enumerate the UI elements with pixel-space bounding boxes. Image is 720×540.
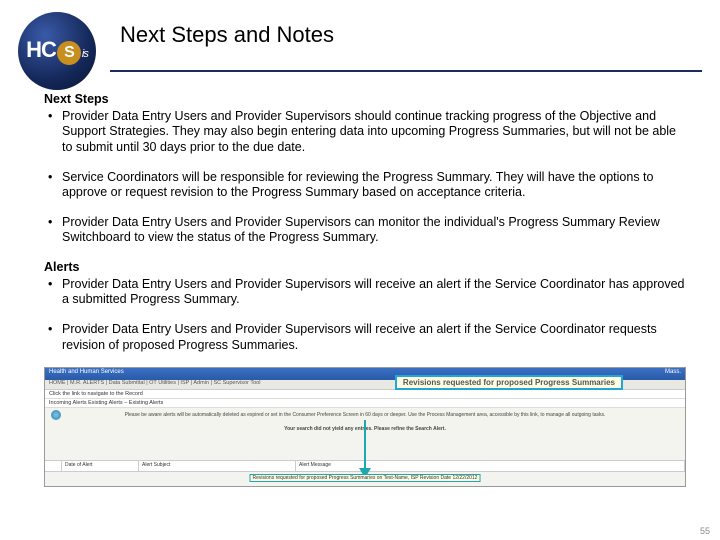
ss-titlebar-right: Mass. bbox=[665, 369, 681, 379]
arrow-target-box: Revisions requested for proposed Progres… bbox=[250, 474, 481, 482]
ss-row: Incoming Alerts Existing Alerts – Existi… bbox=[45, 399, 685, 408]
callout-box: Revisions requested for proposed Progres… bbox=[395, 375, 623, 390]
page-number: 55 bbox=[700, 526, 710, 536]
content: Next Steps Provider Data Entry Users and… bbox=[0, 72, 720, 353]
header: Next Steps and Notes bbox=[110, 0, 702, 72]
next-steps-list: Provider Data Entry Users and Provider S… bbox=[44, 109, 686, 246]
ss-row: Click the link to navigate to the Record bbox=[45, 390, 685, 399]
next-steps-item: Provider Data Entry Users and Provider S… bbox=[44, 109, 686, 156]
arrow-target-trail: on Test-Name, ISP Revision Date 12/22/20… bbox=[377, 475, 478, 481]
logo-letter-s: S bbox=[57, 41, 81, 65]
alerts-item: Provider Data Entry Users and Provider S… bbox=[44, 277, 686, 308]
ss-table-cell bbox=[45, 461, 62, 471]
logo-letter-h: H bbox=[26, 37, 41, 63]
slide: H C S is Next Steps and Notes Next Steps… bbox=[0, 0, 720, 540]
logo-letter-c: C bbox=[41, 37, 56, 63]
embedded-screenshot: Health and Human Services Mass. HOME | M… bbox=[44, 367, 686, 487]
next-steps-item: Provider Data Entry Users and Provider S… bbox=[44, 215, 686, 246]
page-title: Next Steps and Notes bbox=[110, 22, 334, 48]
ss-table-cell: Alert Subject bbox=[139, 461, 296, 471]
arrow-target-text: Revisions requested for proposed Progres… bbox=[253, 475, 376, 481]
ss-table-cell: Alert Message bbox=[296, 461, 685, 471]
next-steps-item: Service Coordinators will be responsible… bbox=[44, 170, 686, 201]
alerts-list: Provider Data Entry Users and Provider S… bbox=[44, 277, 686, 354]
ss-titlebar-left: Health and Human Services bbox=[49, 369, 124, 379]
ss-table-cell: Date of Alert bbox=[62, 461, 139, 471]
alerts-heading: Alerts bbox=[44, 260, 686, 276]
logo-letter-is: is bbox=[82, 48, 88, 60]
hcsis-logo: H C S is bbox=[18, 12, 96, 90]
logo-circle-icon: H C S is bbox=[18, 12, 96, 90]
ss-middle-line: Please be aware alerts will be automatic… bbox=[49, 412, 681, 418]
arrow-icon bbox=[358, 420, 372, 478]
alerts-item: Provider Data Entry Users and Provider S… bbox=[44, 322, 686, 353]
next-steps-heading: Next Steps bbox=[44, 92, 686, 108]
